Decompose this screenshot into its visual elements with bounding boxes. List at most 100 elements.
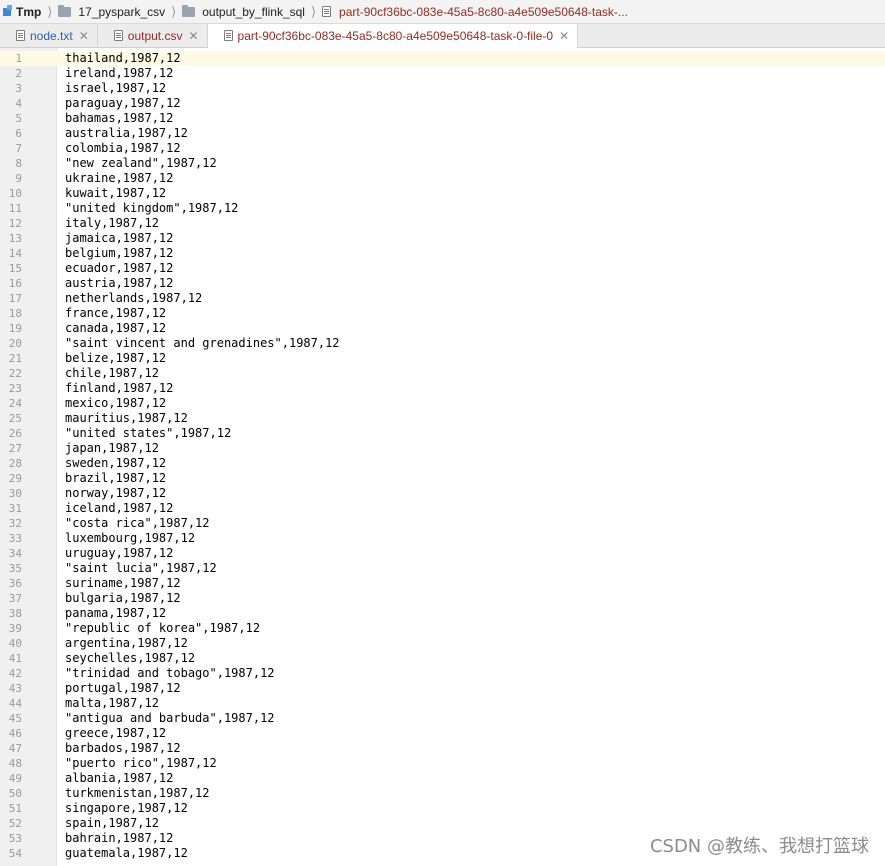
close-icon[interactable]: ✕ [559,29,569,43]
editor-area[interactable]: 1 thailand,1987,12 2 ireland,1987,12 3 israel… [0,48,885,866]
line-text: bahamas,1987,12 [65,111,174,125]
line-text: greece,1987,12 [65,726,167,740]
code-line[interactable]: 27 japan,1987,12 [0,441,885,456]
line-number: 20 [8,337,22,350]
code-line[interactable]: 8 "new zealand",1987,12 [0,156,885,171]
line-text: "saint vincent and grenadines",1987,12 [65,336,340,350]
line-text: "costa rica",1987,12 [65,516,210,530]
code-line[interactable]: 46 greece,1987,12 [0,726,885,741]
line-text: belgium,1987,12 [65,246,174,260]
breadcrumb-item-folder[interactable]: output_by_flink_sql [182,0,307,23]
line-number: 26 [8,427,22,440]
code-line[interactable]: 19 canada,1987,12 [0,321,885,336]
line-number: 21 [8,352,22,365]
line-text: portugal,1987,12 [65,681,181,695]
line-text: bahrain,1987,12 [65,831,174,845]
breadcrumb-item-label: output_by_flink_sql [202,4,305,19]
line-text: mexico,1987,12 [65,396,167,410]
tab-part-file[interactable]: part-90cf36bc-083e-45a5-8c80-a4e509e5064… [207,24,579,48]
line-number: 49 [8,772,22,785]
text-file-icon [113,30,123,41]
code-line[interactable]: 43 portugal,1987,12 [0,681,885,696]
code-line[interactable]: 13 jamaica,1987,12 [0,231,885,246]
code-line[interactable]: 38 panama,1987,12 [0,606,885,621]
line-text: iceland,1987,12 [65,501,174,515]
code-line[interactable]: 7 colombia,1987,12 [0,141,885,156]
code-line[interactable]: 34 uruguay,1987,12 [0,546,885,561]
code-line[interactable]: 41 seychelles,1987,12 [0,651,885,666]
code-line[interactable]: 51 singapore,1987,12 [0,801,885,816]
line-text: mauritius,1987,12 [65,411,188,425]
breadcrumb-item-folder[interactable]: 17_pyspark_csv [58,0,167,23]
code-line[interactable]: 12 italy,1987,12 [0,216,885,231]
line-number: 51 [8,802,22,815]
line-text: singapore,1987,12 [65,801,188,815]
code-line[interactable]: 49 albania,1987,12 [0,771,885,786]
code-line[interactable]: 4 paraguay,1987,12 [0,96,885,111]
code-line[interactable]: 10 kuwait,1987,12 [0,186,885,201]
code-line[interactable]: 30 norway,1987,12 [0,486,885,501]
breadcrumb-item-project[interactable]: Tmp [0,0,43,23]
code-line[interactable]: 9 ukraine,1987,12 [0,171,885,186]
code-line[interactable]: 47 barbados,1987,12 [0,741,885,756]
tab-node-txt[interactable]: node.txt ✕ [0,24,98,47]
line-number: 12 [8,217,22,230]
code-line[interactable]: 11 "united kingdom",1987,12 [0,201,885,216]
module-icon [3,4,12,16]
code-line[interactable]: 16 austria,1987,12 [0,276,885,291]
line-text: guatemala,1987,12 [65,846,188,860]
code-line[interactable]: 36 suriname,1987,12 [0,576,885,591]
code-line[interactable]: 48 "puerto rico",1987,12 [0,756,885,771]
code-line[interactable]: 33 luxembourg,1987,12 [0,531,885,546]
code-line[interactable]: 29 brazil,1987,12 [0,471,885,486]
code-line[interactable]: 20 "saint vincent and grenadines",1987,12 [0,336,885,351]
code-line[interactable]: 22 chile,1987,12 [0,366,885,381]
watermark: CSDN @教练、我想打篮球 [649,836,869,857]
code-line[interactable]: 35 "saint lucia",1987,12 [0,561,885,576]
code-line[interactable]: 14 belgium,1987,12 [0,246,885,261]
code-line[interactable]: 52 spain,1987,12 [0,816,885,831]
line-number: 22 [8,367,22,380]
code-line[interactable]: 50 turkmenistan,1987,12 [0,786,885,801]
line-text: brazil,1987,12 [65,471,167,485]
code-line[interactable]: 45 "antigua and barbuda",1987,12 [0,711,885,726]
code-line[interactable]: 15 ecuador,1987,12 [0,261,885,276]
code-line[interactable]: 18 france,1987,12 [0,306,885,321]
code-line[interactable]: 1 thailand,1987,12 [0,51,885,66]
code-line[interactable]: 5 bahamas,1987,12 [0,111,885,126]
code-line[interactable]: 31 iceland,1987,12 [0,501,885,516]
line-number: 37 [8,592,22,605]
code-line[interactable]: 21 belize,1987,12 [0,351,885,366]
code-line[interactable]: 25 mauritius,1987,12 [0,411,885,426]
code-line[interactable]: 26 "united states",1987,12 [0,426,885,441]
code-line[interactable]: 39 "republic of korea",1987,12 [0,621,885,636]
folder-icon [58,5,72,17]
code-line[interactable]: 28 sweden,1987,12 [0,456,885,471]
code-line[interactable]: 2 ireland,1987,12 [0,66,885,81]
line-number: 53 [8,832,22,845]
breadcrumb-item-file[interactable]: part-90cf36bc-083e-45a5-8c80-a4e509e5064… [322,0,630,23]
line-number: 38 [8,607,22,620]
code-line[interactable]: 24 mexico,1987,12 [0,396,885,411]
line-number: 52 [8,817,22,830]
code-line[interactable]: 44 malta,1987,12 [0,696,885,711]
line-text: turkmenistan,1987,12 [65,786,210,800]
code-line[interactable]: 6 australia,1987,12 [0,126,885,141]
line-text: ireland,1987,12 [65,66,174,80]
code-line[interactable]: 17 netherlands,1987,12 [0,291,885,306]
line-text: italy,1987,12 [65,216,159,230]
code-line[interactable]: 42 "trinidad and tobago",1987,12 [0,666,885,681]
line-number: 41 [8,652,22,665]
code-line[interactable]: 37 bulgaria,1987,12 [0,591,885,606]
close-icon[interactable]: ✕ [188,29,198,43]
line-number: 42 [8,667,22,680]
code-line[interactable]: 32 "costa rica",1987,12 [0,516,885,531]
line-text: france,1987,12 [65,306,167,320]
code-line[interactable]: 40 argentina,1987,12 [0,636,885,651]
code-line[interactable]: 23 finland,1987,12 [0,381,885,396]
code-line[interactable]: 3 israel,1987,12 [0,81,885,96]
close-icon[interactable]: ✕ [79,29,89,43]
line-number: 28 [8,457,22,470]
tab-output-csv[interactable]: output.csv ✕ [98,24,208,47]
line-text: barbados,1987,12 [65,741,181,755]
